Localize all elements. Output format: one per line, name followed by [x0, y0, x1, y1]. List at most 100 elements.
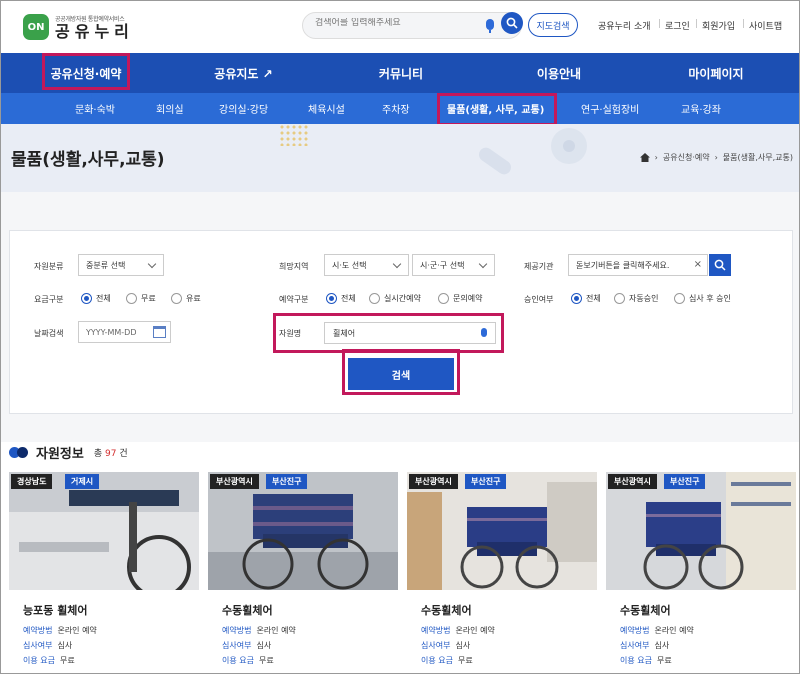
- util-divider: |: [658, 19, 662, 29]
- sub-nav: 문화·숙박 회의실 강의실·강당 체육시설 주차장 물품(생활, 사무, 교통)…: [1, 93, 799, 124]
- sub-nav-education[interactable]: 교육·강좌: [681, 93, 721, 124]
- util-link-signup[interactable]: 회원가입: [702, 19, 735, 32]
- util-divider: |: [742, 19, 746, 29]
- card-review: 심사여부 심사: [620, 641, 670, 650]
- city-badge: 부산진구: [266, 474, 308, 489]
- map-search-button[interactable]: 지도검색: [528, 13, 578, 37]
- fee-radio-all[interactable]: 전체: [81, 293, 111, 304]
- search-icon: [714, 259, 726, 271]
- highlight-box: [273, 313, 504, 353]
- map-pin-icon: [551, 128, 587, 164]
- resource-title: 자원정보: [36, 446, 84, 462]
- approval-label: 승인여부: [524, 295, 554, 304]
- highlight-box: [42, 53, 130, 90]
- highlight-box: [342, 349, 460, 395]
- util-link-login[interactable]: 로그인: [665, 19, 690, 32]
- resource-header: 자원정보 총 97 건: [9, 442, 128, 462]
- global-search-input[interactable]: [315, 18, 475, 28]
- org-input[interactable]: 돋보기버튼을 클릭해주세요. ×: [568, 254, 708, 276]
- util-link-about[interactable]: 공유누리 소개: [598, 19, 651, 32]
- logo-title: 공유누리: [55, 22, 134, 41]
- reserve-radio-all[interactable]: 전체: [326, 293, 356, 304]
- resource-card[interactable]: 부산광역시 부산진구 수동휠체어 예약방법 온라인 예약 심사여부 심사 이용 요금…: [606, 472, 796, 673]
- main-nav-map[interactable]: 공유지도 ↗: [196, 53, 291, 93]
- clear-icon[interactable]: ×: [694, 259, 702, 270]
- logo-icon: ON: [23, 14, 49, 40]
- city-badge: 부산진구: [465, 474, 507, 489]
- category-label: 자원분류: [34, 262, 64, 271]
- breadcrumb-separator: ›: [714, 153, 718, 162]
- breadcrumb: › 공유신청·예약 › 물품(생활,사무,교통): [639, 152, 793, 163]
- sub-nav-culture[interactable]: 문화·숙박: [75, 93, 115, 124]
- sub-nav-meeting[interactable]: 회의실: [156, 93, 184, 124]
- card-title[interactable]: 능포동 휠체어: [23, 602, 88, 618]
- card-method: 예약방법 온라인 예약: [421, 626, 495, 635]
- util-link-sitemap[interactable]: 사이트맵: [749, 19, 782, 32]
- page-hero: 물품(생활,사무,교통) › 공유신청·예약 › 물품(생활,사무,교통): [1, 124, 799, 192]
- global-search: [302, 12, 522, 39]
- card-image: 경상남도 거제시: [9, 472, 199, 590]
- date-input[interactable]: YYYY-MM-DD: [78, 321, 171, 343]
- card-image: 부산광역시 부산진구: [208, 472, 398, 590]
- breadcrumb-item: 물품(생활,사무,교통): [722, 153, 793, 162]
- reserve-radio-inquiry[interactable]: 문의예약: [438, 293, 482, 304]
- fee-radio-paid[interactable]: 유료: [171, 293, 201, 304]
- card-title[interactable]: 수동휠체어: [620, 602, 671, 618]
- approval-radio-review[interactable]: 심사 후 승인: [674, 293, 731, 304]
- region-sido-select[interactable]: 시·도 선택: [324, 254, 409, 276]
- card-method: 예약방법 온라인 예약: [23, 626, 97, 635]
- mic-icon[interactable]: [486, 19, 494, 33]
- search-button[interactable]: [501, 12, 523, 34]
- main-nav-guide[interactable]: 이용안내: [514, 53, 604, 93]
- calendar-icon[interactable]: [153, 326, 166, 338]
- category-select[interactable]: 중분류 선택: [78, 254, 164, 276]
- chevron-down-icon: [147, 259, 157, 269]
- sub-nav-research[interactable]: 연구·실험장비: [581, 93, 639, 124]
- reserve-label: 예약구분: [279, 295, 309, 304]
- decoration: [279, 124, 309, 146]
- reserve-radio-realtime[interactable]: 실시간예약: [369, 293, 421, 304]
- resource-card[interactable]: 부산광역시 부산진구 수동휠체어 예약방법 온라인 예약 심사여부 심사 이용 요금…: [407, 472, 597, 673]
- approval-radio-auto[interactable]: 자동승인: [614, 293, 658, 304]
- card-method: 예약방법 온라인 예약: [620, 626, 694, 635]
- card-image: 부산광역시 부산진구: [606, 472, 796, 590]
- region-label: 희망지역: [279, 262, 309, 271]
- card-fee: 이용 요금 무료: [620, 656, 672, 665]
- breadcrumb-item[interactable]: 공유신청·예약: [663, 152, 710, 163]
- region-badge: 부산광역시: [608, 474, 657, 489]
- date-label: 날짜검색: [34, 329, 64, 338]
- main-nav-community[interactable]: 커뮤니티: [356, 53, 446, 93]
- search-icon: [506, 17, 518, 29]
- resource-count: 총 97 건: [93, 448, 128, 459]
- card-title[interactable]: 수동휠체어: [222, 602, 273, 618]
- bullet-icon: [9, 446, 28, 458]
- sub-nav-lecture[interactable]: 강의실·강당: [219, 93, 268, 124]
- sub-nav-sports[interactable]: 체육시설: [308, 93, 345, 124]
- approval-radio-all[interactable]: 전체: [571, 293, 601, 304]
- home-icon[interactable]: [639, 153, 650, 162]
- top-bar: ON 공공개방자원 통합예약서비스 공유누리 지도검색 공유누리 소개 | 로그…: [1, 1, 799, 53]
- card-fee: 이용 요금 무료: [421, 656, 473, 665]
- card-fee: 이용 요금 무료: [23, 656, 75, 665]
- sub-nav-parking[interactable]: 주차장: [382, 93, 410, 124]
- card-fee: 이용 요금 무료: [222, 656, 274, 665]
- region-badge: 부산광역시: [210, 474, 259, 489]
- fee-radio-free[interactable]: 무료: [126, 293, 156, 304]
- breadcrumb-separator: ›: [654, 153, 658, 162]
- resource-card[interactable]: 부산광역시 부산진구 수동휠체어 예약방법 온라인 예약 심사여부 심사 이용 요금…: [208, 472, 398, 673]
- region-badge: 부산광역시: [409, 474, 458, 489]
- card-image: 부산광역시 부산진구: [407, 472, 597, 590]
- org-search-button[interactable]: [709, 254, 731, 276]
- highlight-box: [437, 93, 557, 126]
- main-nav-mypage[interactable]: 마이페이지: [671, 53, 761, 93]
- card-method: 예약방법 온라인 예약: [222, 626, 296, 635]
- org-label: 제공기관: [524, 262, 554, 271]
- decoration: [476, 144, 514, 178]
- chevron-down-icon: [392, 259, 402, 269]
- region-sigungu-select[interactable]: 시·군·구 선택: [412, 254, 495, 276]
- site-logo[interactable]: ON 공공개방자원 통합예약서비스 공유누리: [23, 9, 134, 45]
- resource-card[interactable]: 경상남도 거제시 능포동 휠체어 예약방법 온라인 예약 심사여부 심사 이용 요금…: [9, 472, 199, 673]
- card-title[interactable]: 수동휠체어: [421, 602, 472, 618]
- page-title: 물품(생활,사무,교통): [11, 150, 165, 170]
- region-badge: 경상남도: [11, 474, 53, 489]
